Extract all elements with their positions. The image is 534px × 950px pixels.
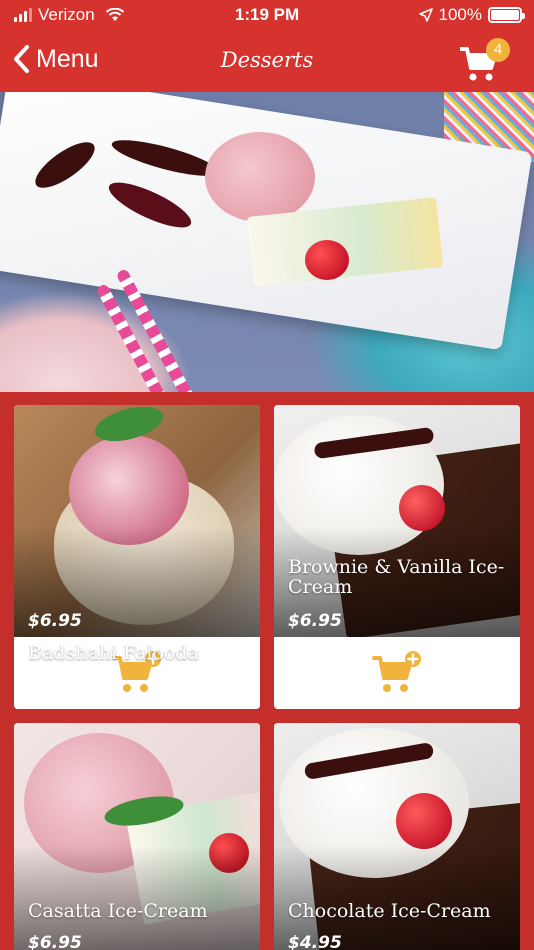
product-card[interactable]: Chocolate Ice-Cream $4.95 [274, 723, 520, 950]
add-to-cart-row [274, 637, 520, 709]
hero-image [0, 92, 534, 392]
product-image[interactable] [14, 405, 260, 637]
cart-button[interactable]: 4 [458, 36, 510, 84]
cart-count-badge: 4 [486, 38, 510, 62]
product-card[interactable]: Badshahi Falooda $6.95 [14, 405, 260, 709]
product-name: Brownie & Vanilla Ice-Cream [288, 556, 505, 598]
product-price: $6.95 [28, 933, 82, 950]
product-price: $4.95 [288, 933, 342, 950]
product-card[interactable]: Casatta Ice-Cream $6.95 [14, 723, 260, 950]
product-card[interactable]: Brownie & Vanilla Ice-Cream $6.95 [274, 405, 520, 709]
product-name: Chocolate Ice-Cream [288, 900, 491, 922]
navigation-bar: Menu Desserts 4 [0, 30, 534, 92]
back-button-label: Menu [36, 44, 99, 73]
add-to-cart-button[interactable] [372, 650, 422, 696]
product-price: $6.95 [288, 611, 342, 631]
location-arrow-icon [418, 8, 433, 22]
product-name: Badshahi Falooda [28, 642, 199, 664]
back-button[interactable]: Menu [12, 44, 99, 74]
product-name: Casatta Ice-Cream [28, 900, 208, 922]
status-right: 100% [418, 5, 525, 25]
status-bar: Verizon 1:19 PM 100% [0, 0, 534, 30]
battery-percent: 100% [438, 5, 482, 24]
product-price: $6.95 [28, 611, 82, 631]
product-image[interactable] [274, 405, 520, 637]
battery-icon [488, 7, 525, 23]
chevron-left-icon [14, 45, 29, 73]
